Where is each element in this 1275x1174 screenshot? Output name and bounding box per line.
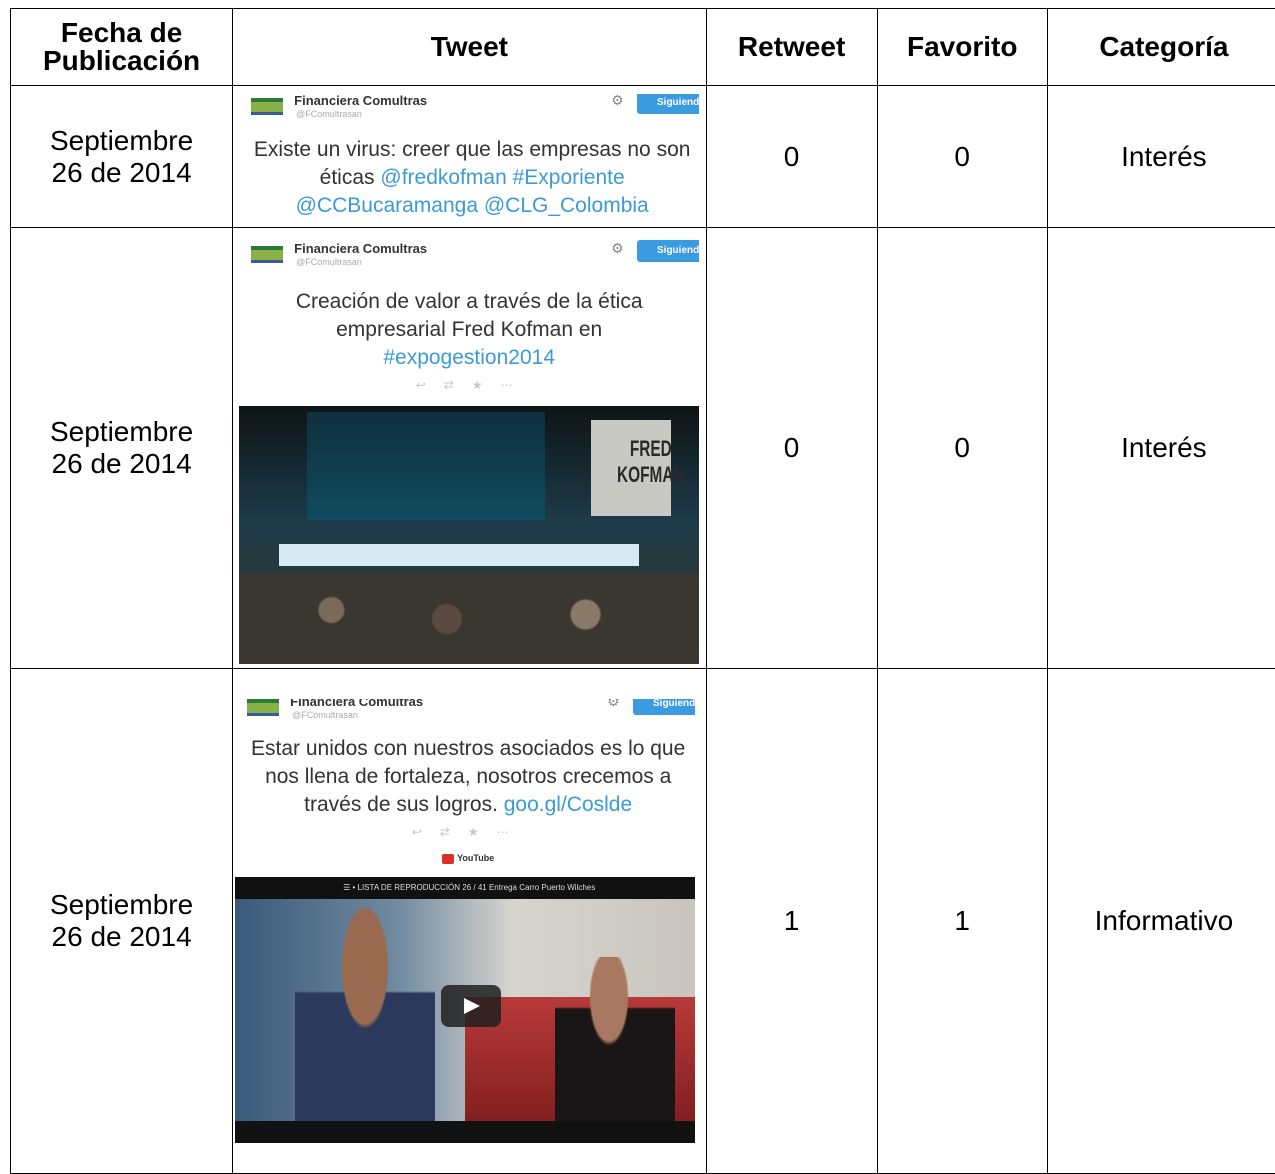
account-handle[interactable]: @FComultrasan [292, 710, 358, 720]
star-icon[interactable]: ★ [468, 825, 497, 839]
tweet-text: Estar unidos con nuestros asociados es l… [240, 735, 695, 819]
header-row: Fecha de Publicación Tweet Retweet Favor… [11, 9, 1275, 86]
header-date: Fecha de Publicación [11, 9, 233, 86]
account-handle[interactable]: @FComultrasan [296, 257, 362, 267]
table-row: Septiembre 26 de 2014 Financiera Comultr… [11, 228, 1275, 669]
account-name[interactable]: Financiera Comultras [294, 94, 427, 108]
follow-button[interactable]: Siguiendo [633, 699, 695, 715]
star-icon[interactable]: ★ [472, 378, 501, 392]
tweet-header: Financiera Comultras @FComultrasan ⚙ Sig… [239, 94, 699, 136]
more-icon[interactable]: ⋯ [501, 378, 531, 392]
video-person-left [295, 907, 435, 1143]
video-title-bar[interactable]: ☰ • LISTA DE REPRODUCCIÓN 26 / 41 Entreg… [235, 877, 695, 899]
account-logo [247, 699, 279, 716]
date-cell: Septiembre 26 de 2014 [11, 228, 233, 669]
audience [239, 574, 699, 664]
tweet-cell: Financiera Comultras @FComultrasan ⚙ Sig… [233, 669, 706, 1174]
tweet-photo[interactable]: FRED KOFMAN [239, 406, 699, 664]
account-logo [251, 246, 283, 263]
gear-icon[interactable]: ⚙ [611, 240, 624, 257]
tweet-card: Financiera Comultras @FComultrasan ⚙ Sig… [233, 94, 699, 220]
date-cell: Septiembre 26 de 2014 [11, 669, 233, 1174]
more-icon[interactable]: ⋯ [497, 825, 527, 839]
account-name[interactable]: Financiera Comultras [290, 699, 423, 709]
banner-text: FRED KOFMAN [617, 436, 685, 488]
follow-button[interactable]: Siguiendo [637, 240, 699, 262]
header-category: Categoría [1047, 9, 1275, 86]
gear-icon[interactable]: ⚙ [607, 699, 620, 710]
favorite-count: 0 [877, 86, 1047, 228]
stage-screen [307, 412, 545, 520]
retweet-icon[interactable]: ⇄ [444, 378, 472, 392]
table-row: Septiembre 26 de 2014 Financiera Comultr… [11, 86, 1275, 228]
play-icon[interactable] [441, 985, 501, 1027]
retweet-count: 1 [706, 669, 877, 1174]
table-row: Septiembre 26 de 2014 Financiera Comultr… [11, 669, 1275, 1174]
tweet-text-links[interactable]: goo.gl/Coslde [504, 793, 632, 816]
tweet-text: Existe un virus: creer que las empresas … [244, 136, 699, 220]
retweet-count: 0 [706, 86, 877, 228]
stage [279, 544, 639, 566]
follow-button[interactable]: Siguiendo [637, 94, 699, 114]
tweet-text-plain: Creación de valor a través de la ética e… [296, 290, 643, 341]
tweet-header: Financiera Comultras @FComultrasan ⚙ Sig… [235, 699, 695, 735]
youtube-text: YouTube [457, 853, 494, 863]
tweet-actions: ↩⇄★⋯ [247, 378, 699, 396]
video-player[interactable]: ☰ • LISTA DE REPRODUCCIÓN 26 / 41 Entreg… [235, 877, 695, 1143]
favorite-count: 1 [877, 669, 1047, 1174]
tweet-card: Financiera Comultras @FComultrasan ⚙ Sig… [233, 232, 699, 664]
account-handle[interactable]: @FComultrasan [296, 109, 362, 119]
account-logo [251, 98, 283, 115]
tweet-cell: Financiera Comultras @FComultrasan ⚙ Sig… [233, 228, 706, 669]
tweets-table: Fecha de Publicación Tweet Retweet Favor… [10, 8, 1275, 1174]
video-controls[interactable] [235, 1121, 695, 1143]
category-cell: Informativo [1047, 669, 1275, 1174]
youtube-label: YouTube [241, 853, 695, 867]
header-tweet: Tweet [233, 9, 706, 86]
tweet-cell: Financiera Comultras @FComultrasan ⚙ Sig… [233, 86, 706, 228]
account-name[interactable]: Financiera Comultras [294, 241, 427, 256]
header-favorite: Favorito [877, 9, 1047, 86]
retweet-count: 0 [706, 228, 877, 669]
video-person-right [555, 957, 675, 1143]
category-cell: Interés [1047, 86, 1275, 228]
reply-icon[interactable]: ↩ [416, 378, 444, 392]
youtube-icon [442, 854, 454, 864]
tweet-card: Financiera Comultras @FComultrasan ⚙ Sig… [233, 699, 695, 1143]
retweet-icon[interactable]: ⇄ [440, 825, 468, 839]
tweet-header: Financiera Comultras @FComultrasan ⚙ Sig… [239, 240, 699, 288]
tweet-text-links[interactable]: #expogestion2014 [383, 346, 555, 369]
category-cell: Interés [1047, 228, 1275, 669]
date-cell: Septiembre 26 de 2014 [11, 86, 233, 228]
gear-icon[interactable]: ⚙ [611, 94, 624, 109]
header-retweet: Retweet [706, 9, 877, 86]
reply-icon[interactable]: ↩ [412, 825, 440, 839]
tweet-text: Creación de valor a través de la ética e… [249, 288, 689, 372]
favorite-count: 0 [877, 228, 1047, 669]
tweet-actions: ↩⇄★⋯ [243, 825, 695, 843]
